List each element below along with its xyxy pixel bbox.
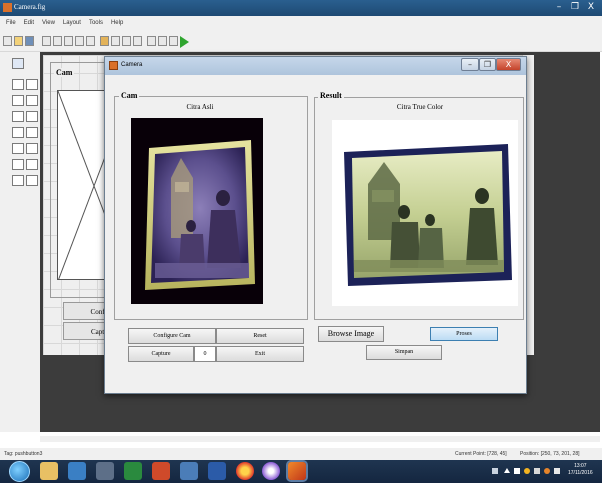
original-image-axes <box>131 118 263 304</box>
panel-tool-icon[interactable] <box>26 159 38 170</box>
camera-minimize-button[interactable]: – <box>461 58 479 71</box>
run-icon[interactable] <box>180 36 189 48</box>
explorer-taskbar-icon[interactable] <box>40 462 58 480</box>
axes-tool-icon[interactable] <box>12 159 24 170</box>
camera-window-controls: – ❐ X <box>461 58 521 72</box>
menu-view[interactable]: View <box>42 20 55 26</box>
property-inspector-icon[interactable] <box>158 36 167 46</box>
media-player-taskbar-icon[interactable] <box>68 462 86 480</box>
horizontal-scrollbar[interactable] <box>40 436 600 442</box>
toolbar-editor-icon[interactable] <box>133 36 142 46</box>
process-button[interactable]: Proses <box>430 327 498 341</box>
static-text-tool-icon[interactable] <box>26 111 38 122</box>
network-tray-icon[interactable] <box>492 468 498 474</box>
menu-help[interactable]: Help <box>111 20 123 26</box>
checkbox-tool-icon[interactable] <box>26 95 38 106</box>
capture-button[interactable]: Capture <box>128 346 194 362</box>
status-bar: Tag: pushbutton3 Current Point: [728, 45… <box>0 448 602 460</box>
activex-tool-icon[interactable] <box>26 175 38 186</box>
status-position: Position: [250, 73, 201, 28] <box>520 451 580 457</box>
editor-icon[interactable] <box>147 36 156 46</box>
matlab-figure-icon <box>109 61 118 70</box>
toggle-tool-icon[interactable] <box>12 143 24 154</box>
clock-date: 17/11/2016 <box>568 470 593 476</box>
frame-value-field[interactable]: 0 <box>194 346 216 362</box>
component-palette <box>0 52 40 432</box>
align-icon[interactable] <box>100 36 109 46</box>
powerpoint-taskbar-icon[interactable] <box>152 462 170 480</box>
guide-titlebar: Camera.fig – ❐ X <box>0 0 602 16</box>
excel-taskbar-icon[interactable] <box>124 462 142 480</box>
redo-icon[interactable] <box>86 36 95 46</box>
gear-app-taskbar-icon[interactable] <box>96 462 114 480</box>
original-image-caption: Citra Asli <box>186 103 214 111</box>
show-hidden-icons-icon[interactable] <box>504 468 510 473</box>
menu-editor-icon[interactable] <box>111 36 120 46</box>
cam-panel-title: Cam <box>119 91 140 100</box>
browser-taskbar-icon[interactable] <box>262 462 280 480</box>
close-button[interactable]: X <box>584 2 598 13</box>
matlab-fig-icon <box>3 3 12 12</box>
table-tool-icon[interactable] <box>26 143 38 154</box>
menu-layout[interactable]: Layout <box>63 20 81 26</box>
slider-tool-icon[interactable] <box>26 79 38 90</box>
exit-button[interactable]: Exit <box>216 346 304 362</box>
guide-cam-panel-title: Cam <box>54 68 75 77</box>
open-icon[interactable] <box>14 36 23 46</box>
pushbutton-tool-icon[interactable] <box>12 79 24 90</box>
reset-button[interactable]: Reset <box>216 328 304 344</box>
cut-icon[interactable] <box>42 36 51 46</box>
camera-titlebar: Camera – ❐ X <box>105 57 526 75</box>
save-icon[interactable] <box>25 36 34 46</box>
flag-tray-icon[interactable] <box>514 468 520 474</box>
guide-toolbar <box>0 32 602 52</box>
result-panel-title: Result <box>318 91 344 100</box>
camera-maximize-button[interactable]: ❐ <box>479 58 496 71</box>
update-tray-icon[interactable] <box>544 468 550 474</box>
result-image-caption: Citra True Color <box>396 103 444 111</box>
status-tag: Tag: pushbutton3 <box>4 451 43 457</box>
visio-taskbar-icon[interactable] <box>180 462 198 480</box>
clock-time: 13:07 <box>574 463 587 469</box>
paste-icon[interactable] <box>64 36 73 46</box>
chrome-taskbar-icon[interactable] <box>236 462 254 480</box>
volume-tray-icon[interactable] <box>554 468 560 474</box>
word-taskbar-icon[interactable] <box>208 462 226 480</box>
camera-window-title: Camera <box>121 62 143 68</box>
system-clock[interactable]: 13:07 17/11/2016 <box>568 463 593 477</box>
configure-cam-button[interactable]: Configure Cam <box>128 328 216 344</box>
guide-window-title: Camera.fig <box>14 3 46 11</box>
select-arrow-icon[interactable] <box>12 58 24 69</box>
new-icon[interactable] <box>3 36 12 46</box>
object-browser-icon[interactable] <box>169 36 178 46</box>
camera-close-button[interactable]: X <box>496 58 521 71</box>
maximize-button[interactable]: ❐ <box>568 2 582 13</box>
status-current-point: Current Point: [728, 45] <box>455 451 507 457</box>
antivirus-tray-icon[interactable] <box>524 468 530 474</box>
menu-edit[interactable]: Edit <box>24 20 34 26</box>
listbox-tool-icon[interactable] <box>26 127 38 138</box>
result-image-axes <box>332 120 518 306</box>
tab-order-icon[interactable] <box>122 36 131 46</box>
popup-tool-icon[interactable] <box>12 127 24 138</box>
start-button-icon[interactable] <box>9 461 30 482</box>
menu-tools[interactable]: Tools <box>89 20 103 26</box>
copy-icon[interactable] <box>53 36 62 46</box>
undo-icon[interactable] <box>75 36 84 46</box>
matlab-taskbar-icon[interactable] <box>288 462 306 480</box>
save-button[interactable]: Simpan <box>366 345 442 360</box>
buttongroup-tool-icon[interactable] <box>12 175 24 186</box>
menu-file[interactable]: File <box>6 20 16 26</box>
battery-tray-icon[interactable] <box>534 468 540 474</box>
windows-taskbar: 13:07 17/11/2016 <box>0 460 602 483</box>
menu-bar: File Edit View Layout Tools Help <box>0 16 602 32</box>
minimize-button[interactable]: – <box>552 2 566 13</box>
browse-image-button[interactable]: Browse Image <box>318 326 384 342</box>
edit-text-tool-icon[interactable] <box>12 111 24 122</box>
radio-tool-icon[interactable] <box>12 95 24 106</box>
